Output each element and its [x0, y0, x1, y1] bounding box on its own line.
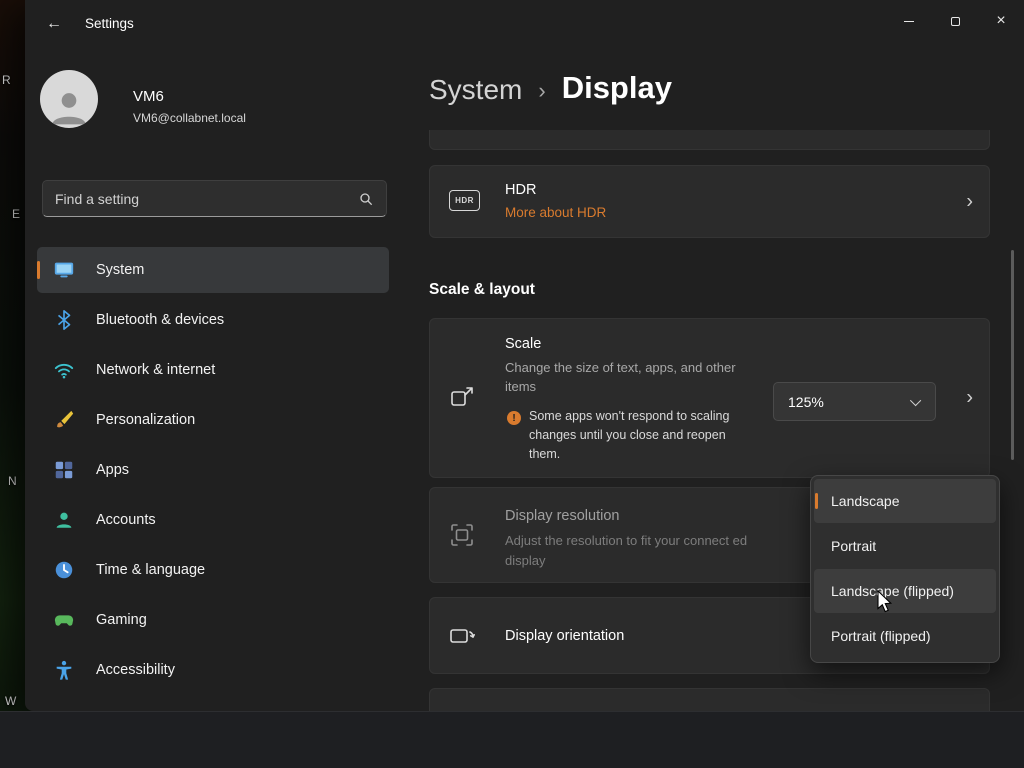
desktop-icon-label: W [5, 694, 17, 708]
menu-item-label: Landscape [831, 493, 900, 509]
more-about-hdr-link[interactable]: More about HDR [505, 205, 606, 220]
sidebar-item-label: Gaming [96, 612, 147, 628]
minimize-button[interactable] [886, 0, 932, 42]
menu-item-landscape-flipped[interactable]: Landscape (flipped) [814, 569, 996, 613]
chevron-right-icon[interactable]: › [966, 190, 973, 213]
apps-grid-icon [53, 459, 75, 481]
scale-description: Change the size of text, apps, and other… [505, 360, 736, 394]
sidebar-item-system[interactable]: System [37, 247, 389, 293]
section-header: Scale & layout [429, 281, 535, 298]
settings-search[interactable] [42, 180, 387, 217]
orientation-icon [448, 622, 476, 650]
hdr-card[interactable]: HDR HDR More about HDR › [429, 165, 990, 238]
breadcrumb-system[interactable]: System [429, 74, 522, 106]
bluetooth-icon [53, 309, 75, 331]
breadcrumb: System › Display [429, 70, 672, 106]
scale-warning-text: Some apps won't respond to scaling chang… [529, 409, 730, 461]
sidebar-item-label: Apps [96, 462, 130, 478]
sidebar-item-label: Personalization [96, 412, 196, 428]
taskbar: Search 2:38:00 PM 11/17/2 [0, 711, 1024, 768]
hdr-icon: HDR [449, 190, 480, 211]
mouse-cursor-icon [876, 589, 893, 618]
sidebar-item-label: Accessibility [96, 662, 175, 678]
partial-card-bottom [429, 688, 990, 711]
clock-icon [53, 559, 75, 581]
menu-item-landscape[interactable]: Landscape [814, 479, 996, 523]
chevron-right-icon[interactable]: › [966, 387, 973, 410]
sidebar-item-gaming[interactable]: Gaming [37, 597, 389, 643]
orientation-menu: Landscape Portrait Landscape (flipped) P… [810, 475, 1000, 663]
menu-item-label: Portrait [831, 538, 877, 554]
scale-title: Scale [505, 336, 542, 352]
back-button[interactable]: ← [37, 9, 71, 39]
display-orientation-title: Display orientation [505, 628, 625, 644]
display-resolution-description: Adjust the resolution to fit your connec… [505, 533, 748, 568]
settings-window: ← Settings × VM6 VM6@collabnet.local Sys [25, 0, 1024, 711]
minimize-icon [904, 20, 914, 22]
search-input[interactable] [43, 190, 358, 207]
sidebar-item-accounts[interactable]: Accounts [37, 497, 389, 543]
sidebar-item-personalization[interactable]: Personalization [37, 397, 389, 443]
scale-warning: ! Some apps won't respond to scaling cha… [507, 407, 739, 464]
system-icon [53, 259, 75, 281]
close-button[interactable]: × [978, 0, 1024, 42]
maximize-button[interactable] [932, 0, 978, 42]
hdr-title: HDR [505, 182, 537, 198]
sidebar-item-bluetooth[interactable]: Bluetooth & devices [37, 297, 389, 343]
profile-email: VM6@collabnet.local [133, 111, 246, 125]
gamepad-icon [53, 609, 75, 631]
sidebar-item-time-language[interactable]: Time & language [37, 547, 389, 593]
resolution-icon [448, 521, 476, 549]
breadcrumb-separator-icon: › [538, 78, 546, 103]
sidebar-item-label: Time & language [96, 562, 206, 578]
desktop-icon-label: R [2, 73, 11, 87]
partial-card-top [429, 130, 990, 150]
search-icon [358, 191, 374, 207]
wifi-icon [53, 359, 75, 381]
back-arrow-icon: ← [46, 15, 62, 32]
close-icon: × [996, 12, 1006, 29]
brush-icon [53, 409, 75, 431]
chevron-down-icon [909, 394, 922, 406]
profile-name: VM6 [133, 88, 164, 105]
titlebar: ← Settings × [25, 0, 1024, 48]
desktop-background: R E N W ← Settings × VM6 VM6@collabnet.l… [0, 0, 1024, 768]
settings-nav: System Bluetooth & devices Network & int… [37, 247, 389, 697]
person-icon [52, 93, 86, 125]
menu-item-label: Portrait (flipped) [831, 628, 931, 644]
sidebar-item-label: System [96, 262, 145, 278]
scale-card[interactable]: Scale Change the size of text, apps, and… [429, 318, 990, 478]
sidebar-item-network[interactable]: Network & internet [37, 347, 389, 393]
scale-icon [448, 383, 476, 411]
menu-item-portrait-flipped[interactable]: Portrait (flipped) [814, 614, 996, 658]
accounts-person-icon [53, 509, 75, 531]
content-scrollbar[interactable] [1011, 250, 1014, 460]
sidebar-item-apps[interactable]: Apps [37, 447, 389, 493]
scale-dropdown[interactable]: 125% [773, 382, 936, 421]
sidebar-item-label: Accounts [96, 512, 156, 528]
display-resolution-title: Display resolution [505, 508, 620, 524]
desktop-icon-label: N [8, 474, 17, 488]
menu-item-portrait[interactable]: Portrait [814, 524, 996, 568]
desktop-icon-label: E [12, 207, 21, 221]
page-title: Display [561, 70, 672, 105]
accessibility-person-icon [53, 659, 75, 681]
sidebar-item-accessibility[interactable]: Accessibility [37, 647, 389, 693]
avatar[interactable] [40, 70, 98, 128]
maximize-icon [950, 16, 960, 26]
sidebar-item-label: Bluetooth & devices [96, 312, 225, 328]
sidebar-item-label: Network & internet [96, 362, 216, 378]
warning-icon: ! [507, 411, 521, 425]
scale-value: 125% [788, 393, 824, 410]
window-title: Settings [85, 16, 134, 31]
